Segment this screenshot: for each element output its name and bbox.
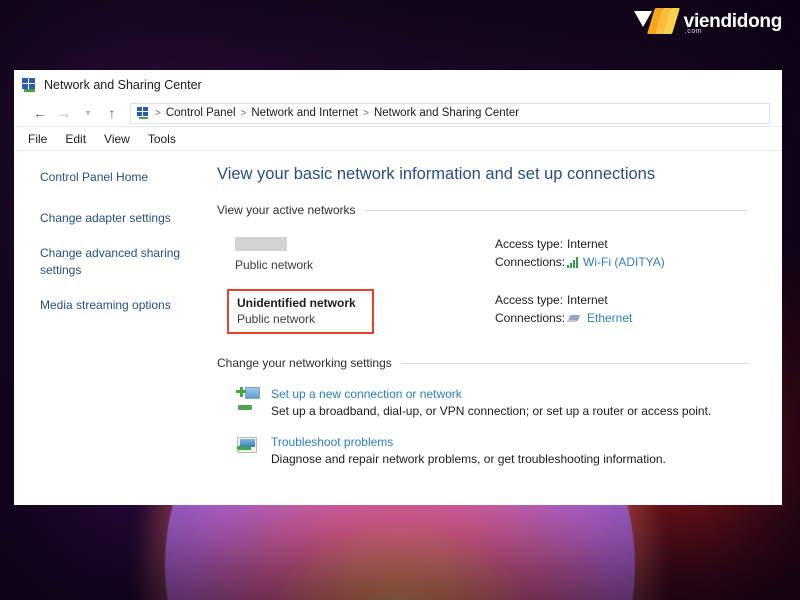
action-setup-new-connection[interactable]: Set up a new connection or network Set u… [217, 386, 748, 418]
network-details: Access type: Internet Connections: Wi-Fi… [495, 237, 748, 273]
action-title[interactable]: Set up a new connection or network [271, 387, 711, 401]
network-entry: Unidentified network Public network Acce… [217, 289, 748, 334]
window-titlebar: Network and Sharing Center [14, 70, 782, 100]
access-type-label: Access type: [495, 293, 567, 307]
menu-bar: File Edit View Tools [14, 127, 782, 151]
breadcrumb-item-network-and-internet[interactable]: Network and Internet [251, 107, 358, 119]
sidebar-item-change-adapter-settings[interactable]: Change adapter settings [40, 210, 190, 226]
action-description: Diagnose and repair network problems, or… [271, 452, 666, 466]
access-type-value: Internet [567, 237, 608, 251]
sidebar: Control Panel Home Change adapter settin… [14, 151, 217, 505]
network-profile-type: Public network [237, 312, 356, 326]
action-title[interactable]: Troubleshoot problems [271, 435, 666, 449]
redacted-network-name [235, 237, 287, 251]
access-type-value: Internet [567, 293, 608, 307]
screenshot-stage: viendidong .com Network and Sharing Cent… [0, 0, 800, 600]
forward-arrow-icon[interactable]: → [52, 102, 76, 124]
sidebar-item-change-advanced-sharing-settings[interactable]: Change advanced sharing settings [40, 245, 190, 277]
brand-suffix: .com [685, 28, 703, 35]
breadcrumb-item-control-panel[interactable]: Control Panel [166, 107, 236, 119]
breadcrumb-separator: > [241, 108, 247, 119]
access-type-row: Access type: Internet [495, 237, 748, 251]
access-type-row: Access type: Internet [495, 293, 748, 307]
action-text-block: Troubleshoot problems Diagnose and repai… [271, 434, 666, 466]
section-divider [401, 363, 748, 364]
section-divider [365, 210, 748, 211]
sidebar-item-media-streaming-options[interactable]: Media streaming options [40, 297, 190, 313]
action-troubleshoot-problems[interactable]: Troubleshoot problems Diagnose and repai… [217, 434, 748, 466]
page-title: View your basic network information and … [217, 165, 748, 184]
connection-link-ethernet[interactable]: Ethernet [587, 311, 632, 325]
networking-settings-label: Change your networking settings [217, 356, 392, 370]
connections-row: Connections: Ethernet [495, 311, 748, 325]
up-arrow-icon[interactable]: ↑ [100, 102, 124, 124]
wifi-signal-icon [567, 257, 578, 268]
network-entry: Public network Access type: Internet Con… [217, 237, 748, 273]
connection-link-wifi[interactable]: Wi-Fi (ADITYA) [583, 255, 665, 269]
navigation-bar: ← → ▾ ↑ > Control Panel > Network and In… [14, 100, 782, 127]
action-text-block: Set up a new connection or network Set u… [271, 386, 711, 418]
network-name: Unidentified network [237, 296, 356, 310]
connections-row: Connections: Wi-Fi (ADITYA) [495, 255, 748, 269]
address-network-icon [137, 107, 150, 119]
back-arrow-icon[interactable]: ← [28, 102, 52, 124]
networking-settings-section-header: Change your networking settings [217, 356, 748, 370]
network-profile-type: Public network [235, 258, 495, 272]
settings-actions-list: Set up a new connection or network Set u… [217, 386, 748, 466]
connections-label: Connections: [495, 311, 567, 325]
ethernet-plug-icon [567, 313, 582, 324]
active-networks-section-header: View your active networks [217, 203, 748, 217]
network-details: Access type: Internet Connections: Ether… [495, 289, 748, 334]
viendidong-logo-icon [634, 8, 676, 34]
brand-logo-text: viendidong .com [684, 12, 782, 31]
access-type-label: Access type: [495, 237, 567, 251]
action-description: Set up a broadband, dial-up, or VPN conn… [271, 404, 711, 418]
breadcrumb-item-network-and-sharing-center[interactable]: Network and Sharing Center [374, 107, 519, 119]
window-title: Network and Sharing Center [44, 78, 202, 92]
network-identity: Public network [217, 237, 495, 273]
new-connection-icon [235, 386, 261, 412]
address-breadcrumb-bar[interactable]: > Control Panel > Network and Internet >… [130, 103, 770, 124]
connections-label: Connections: [495, 255, 567, 269]
network-sharing-center-icon [22, 78, 37, 92]
brand-logo: viendidong .com [634, 8, 782, 34]
menu-item-tools[interactable]: Tools [148, 132, 176, 146]
highlight-annotation-box: Unidentified network Public network [227, 289, 374, 334]
troubleshoot-icon [235, 434, 261, 460]
network-sharing-center-window: Network and Sharing Center ← → ▾ ↑ > Con… [14, 70, 782, 505]
window-body: Control Panel Home Change adapter settin… [14, 151, 782, 505]
breadcrumb-separator: > [155, 108, 161, 119]
breadcrumb-separator: > [363, 108, 369, 119]
menu-item-file[interactable]: File [28, 132, 47, 146]
menu-item-edit[interactable]: Edit [65, 132, 86, 146]
network-identity: Unidentified network Public network [217, 289, 495, 334]
active-networks-label: View your active networks [217, 203, 356, 217]
sidebar-item-control-panel-home[interactable]: Control Panel Home [40, 169, 190, 185]
menu-item-view[interactable]: View [104, 132, 130, 146]
content-pane: View your basic network information and … [217, 151, 782, 505]
chevron-down-icon[interactable]: ▾ [76, 102, 100, 124]
